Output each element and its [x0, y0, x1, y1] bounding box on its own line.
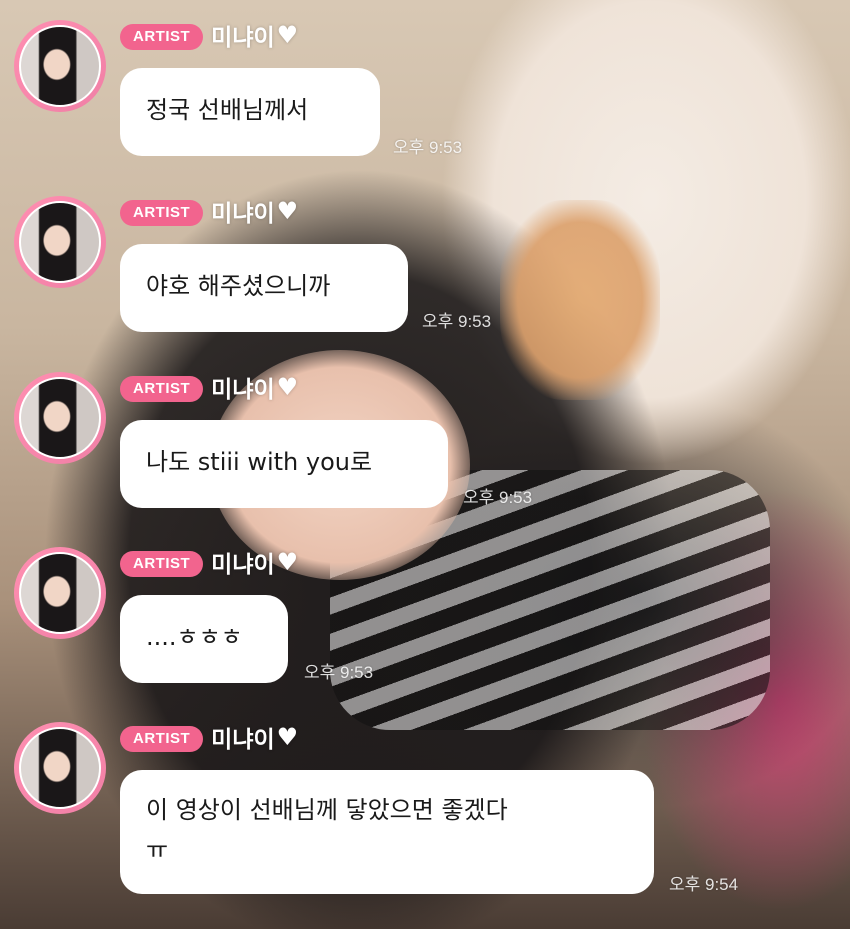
sender-avatar[interactable] — [14, 372, 106, 464]
sender-avatar[interactable] — [14, 722, 106, 814]
sender-name[interactable]: 미냐이 ♥ — [211, 545, 298, 579]
white-heart-icon: ♥ — [276, 373, 299, 401]
sender-name-text: 미냐이 — [211, 552, 275, 578]
artist-badge: ARTIST — [120, 376, 204, 402]
avatar-photo — [19, 25, 101, 107]
message-bubble[interactable]: 정국 선배님께서 — [120, 68, 380, 156]
message-time: 오후 9:54 — [669, 875, 739, 894]
message-time: 오후 9:53 — [422, 312, 492, 331]
sender-row: ARTIST 미냐이 ♥ — [120, 194, 298, 228]
sender-row: ARTIST 미냐이 ♥ — [120, 18, 298, 52]
message-text: 이 영상이 선배님께 닿았으면 좋겠다 — [146, 796, 508, 824]
sender-name-text: 미냐이 — [211, 25, 275, 51]
sender-name[interactable]: 미냐이 ♥ — [211, 18, 298, 52]
message-time: 오후 9:53 — [393, 138, 463, 157]
white-heart-icon: ♥ — [276, 723, 299, 751]
sender-row: ARTIST 미냐이 ♥ — [120, 720, 298, 754]
message-bubble[interactable]: 야호 해주셨으니까 — [120, 244, 408, 332]
white-heart-icon: ♥ — [276, 548, 299, 576]
white-heart-icon: ♥ — [276, 21, 299, 49]
message-text: 정국 선배님께서 — [146, 96, 309, 124]
sender-name[interactable]: 미냐이 ♥ — [211, 194, 298, 228]
sender-name-text: 미냐이 — [211, 377, 275, 403]
message-text-line-2: ㅠ — [146, 836, 169, 864]
sender-name[interactable]: 미냐이 ♥ — [211, 370, 298, 404]
avatar-photo — [19, 377, 101, 459]
message-time: 오후 9:53 — [463, 488, 533, 507]
sender-name-text: 미냐이 — [211, 201, 275, 227]
chat-thread: ARTIST 미냐이 ♥ 정국 선배님께서 오후 9:53 ARTIST 미냐이 ♥… — [0, 0, 850, 929]
message-text: 나도 stiii with you로 — [146, 448, 373, 476]
artist-badge: ARTIST — [120, 726, 204, 752]
message-bubble[interactable]: 이 영상이 선배님께 닿았으면 좋겠다 ㅠ — [120, 770, 654, 894]
message-text: ....ㅎㅎㅎ — [146, 623, 243, 651]
avatar-photo — [19, 201, 101, 283]
avatar-photo — [19, 552, 101, 634]
sender-row: ARTIST 미냐이 ♥ — [120, 545, 298, 579]
sender-avatar[interactable] — [14, 547, 106, 639]
message-bubble[interactable]: ....ㅎㅎㅎ — [120, 595, 288, 683]
message-bubble[interactable]: 나도 stiii with you로 — [120, 420, 448, 508]
artist-badge: ARTIST — [120, 24, 204, 50]
message-time: 오후 9:53 — [304, 663, 374, 682]
sender-avatar[interactable] — [14, 196, 106, 288]
sender-name-text: 미냐이 — [211, 727, 275, 753]
avatar-photo — [19, 727, 101, 809]
artist-badge: ARTIST — [120, 200, 204, 226]
artist-badge: ARTIST — [120, 551, 204, 577]
message-text: 야호 해주셨으니까 — [146, 272, 331, 300]
sender-row: ARTIST 미냐이 ♥ — [120, 370, 298, 404]
white-heart-icon: ♥ — [276, 197, 299, 225]
sender-avatar[interactable] — [14, 20, 106, 112]
sender-name[interactable]: 미냐이 ♥ — [211, 720, 298, 754]
